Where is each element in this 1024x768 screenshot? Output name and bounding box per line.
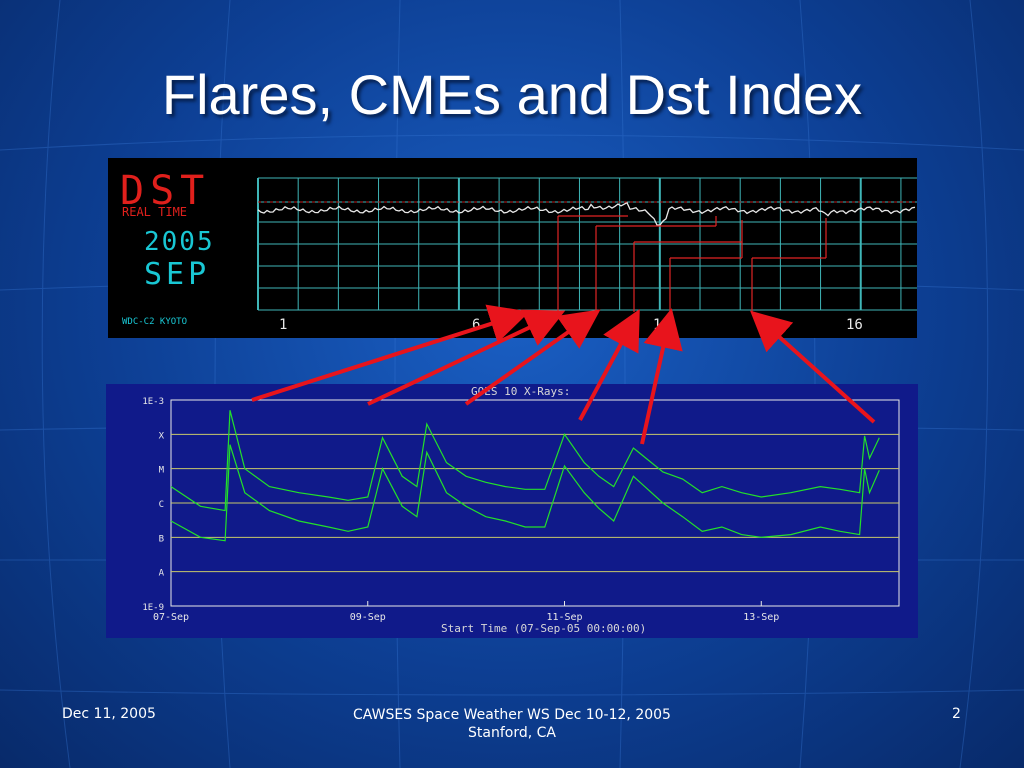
goes-y-tick-labels: 1E-3XMCBA1E-9 <box>142 397 164 613</box>
dst-day-tick-11: 11 <box>653 317 670 333</box>
goes-series-line-0 <box>170 410 880 512</box>
goes-xray-chart-panel: GOES 10 X-Rays: 1E-3 X M C B A 1E-9 07-Sep 09-S… <box>106 384 918 638</box>
page-number: 2 <box>952 706 961 722</box>
y-tick-label-3: C <box>159 500 164 510</box>
chart-title: GOES 10 X-Rays: <box>471 385 570 398</box>
dst-day-tick-1: 1 <box>279 317 287 333</box>
y-tick-label-1: X <box>159 431 165 441</box>
footer-event-title: CAWSES Space Weather WS Dec 10-12, 2005 … <box>353 707 671 741</box>
x-axis-label: Start Time (07-Sep-05 00:00:00) <box>441 622 646 635</box>
y-tick-label-5: A <box>159 569 165 579</box>
goes-series-group <box>170 410 880 542</box>
dst-realtime-label: REAL TIME <box>122 205 187 219</box>
y-tick-label-2: M <box>159 466 165 476</box>
dst-grid <box>257 177 917 311</box>
dst-credit-label: WDC-C2 KYOTO <box>122 317 187 327</box>
dst-chart: DST REAL TIME 2005 SEP WDC-C2 KYOTO 1 6 … <box>120 168 917 333</box>
goes-series-line-1 <box>170 444 880 542</box>
y-tick-label-4: B <box>159 534 164 544</box>
x-tick-label-3: 13-Sep <box>743 612 779 623</box>
dst-chart-panel: DST REAL TIME 2005 SEP WDC-C2 KYOTO 1 6 … <box>108 158 917 338</box>
slide-title: Flares, CMEs and Dst Index <box>161 63 863 126</box>
dst-day-tick-6: 6 <box>472 317 480 333</box>
dst-event-markers <box>557 215 827 312</box>
dst-month-label: SEP <box>144 257 210 292</box>
dst-year-label: 2005 <box>144 227 215 257</box>
goes-x-tick-labels: 07-Sep 09-Sep 11-Sep 13-Sep <box>153 601 779 623</box>
x-tick-label-1: 09-Sep <box>350 612 386 623</box>
dst-day-tick-16: 16 <box>846 317 863 333</box>
x-tick-label-0: 07-Sep <box>153 612 189 623</box>
y-tick-label-0: 1E-3 <box>142 397 164 407</box>
goes-grid <box>171 433 899 573</box>
goes-xray-chart: GOES 10 X-Rays: 1E-3XMCBA1E-9 07-Sep 09-S… <box>142 385 900 635</box>
footer-date: Dec 11, 2005 <box>62 706 156 722</box>
